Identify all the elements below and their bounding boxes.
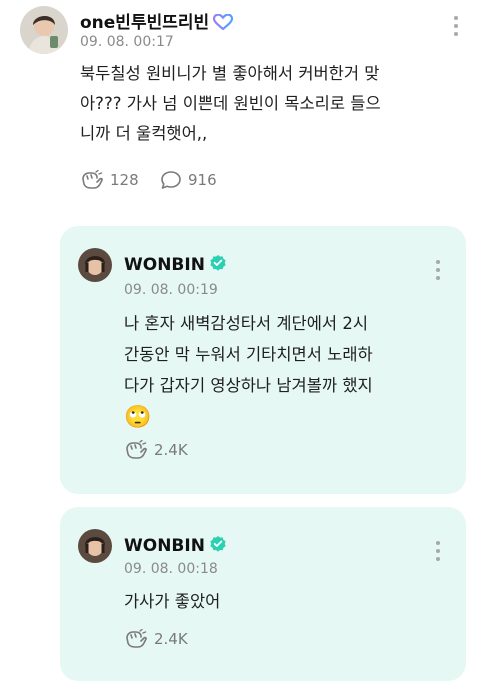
reaction-icon [126, 440, 147, 459]
avatar[interactable] [78, 529, 112, 563]
reaction-button[interactable]: 2.4K [124, 629, 188, 649]
reaction-count: 2.4K [154, 630, 188, 648]
avatar[interactable] [78, 248, 112, 282]
post-text-line: 북두칠성 원비니가 별 좋아해서 커버한거 맞 [80, 64, 380, 83]
verified-icon [209, 535, 227, 558]
reply-emoji: 🙄 [124, 405, 152, 430]
post-text-line: 니까 더 울컥햇어,, [80, 124, 208, 143]
comment-button[interactable]: 916 [160, 170, 217, 190]
reply-text-line: 다가 갑자기 영상하나 남겨볼까 했지 [124, 376, 373, 395]
verified-icon [209, 254, 227, 277]
avatar[interactable] [20, 6, 68, 54]
reaction-button[interactable]: 2.4K [124, 440, 188, 460]
reply-timestamp: 09. 08. 00:18 [124, 561, 218, 577]
reply-author[interactable]: WONBIN [124, 536, 205, 556]
post-text: 북두칠성 원비니가 별 좋아해서 커버한거 맞 아??? 가사 넘 이쁜데 원빈… [80, 59, 470, 149]
reply-more-icon[interactable] [433, 541, 443, 565]
reply-timestamp: 09. 08. 00:19 [124, 282, 218, 298]
reply-text: 나 혼자 새벽감성타서 계단에서 2시 간동안 막 누워서 기타치면서 노래하 … [124, 308, 454, 435]
reply-more-icon[interactable] [433, 260, 443, 284]
reaction-count: 128 [110, 171, 139, 189]
reply-text-line: 가사가 좋았어 [124, 592, 221, 611]
reply-author[interactable]: WONBIN [124, 255, 205, 275]
reply-text: 가사가 좋았어 [124, 587, 454, 617]
comment-count: 916 [188, 171, 217, 189]
reply-card: WONBIN 09. 08. 00:18 가사가 좋았어 2.4K [60, 507, 466, 681]
reaction-count: 2.4K [154, 441, 188, 459]
reply-text-line: 간동안 막 누워서 기타치면서 노래하 [124, 345, 373, 364]
reaction-button[interactable]: 128 [80, 170, 139, 190]
reaction-icon [126, 629, 147, 648]
heart-badge-icon [213, 13, 234, 35]
reply-text-line: 나 혼자 새벽감성타서 계단에서 2시 [124, 314, 368, 333]
reply-card: WONBIN 09. 08. 00:19 나 혼자 새벽감성타서 계단에서 2시… [60, 226, 466, 494]
post-author[interactable]: one빈투빈뜨리빈 [80, 13, 209, 33]
post-more-icon[interactable] [451, 16, 461, 40]
reaction-icon [82, 170, 103, 189]
post-text-line: 아??? 가사 넘 이쁜데 원빈이 목소리로 들으 [80, 94, 381, 113]
comment-icon [161, 171, 181, 189]
post-timestamp: 09. 08. 00:17 [80, 34, 174, 50]
